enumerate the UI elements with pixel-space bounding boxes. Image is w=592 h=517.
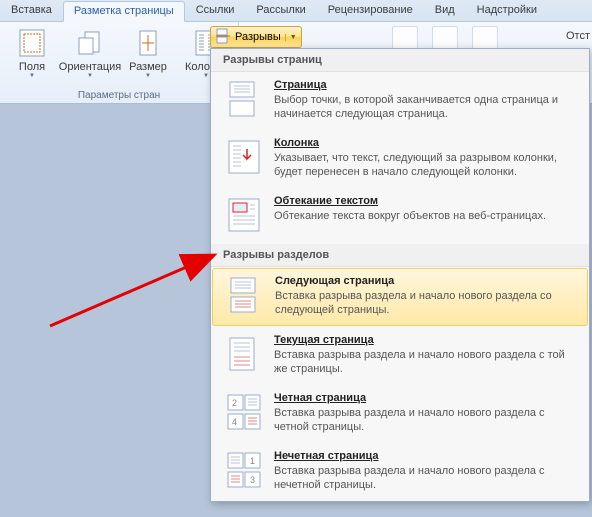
tab-links[interactable]: Ссылки bbox=[185, 0, 246, 21]
size-icon bbox=[132, 27, 164, 59]
menu-item-title: Колонка bbox=[274, 137, 578, 149]
menu-item-continuous[interactable]: Текущая страница Вставка разрыва раздела… bbox=[211, 327, 589, 385]
chevron-down-icon: ▼ bbox=[203, 73, 209, 79]
chevron-down-icon: ▼ bbox=[29, 73, 35, 79]
section-title-section-breaks: Разрывы разделов bbox=[211, 244, 589, 267]
menu-item-desc: Указывает, что текст, следующий за разры… bbox=[274, 151, 578, 179]
group-caption-page-setup: Параметры стран bbox=[4, 90, 234, 103]
orientation-button[interactable]: Ориентация ▼ bbox=[62, 24, 118, 82]
menu-item-title: Страница bbox=[274, 79, 578, 91]
tab-addins[interactable]: Надстройки bbox=[466, 0, 548, 21]
chevron-down-icon: ▼ bbox=[285, 34, 297, 41]
chevron-down-icon: ▼ bbox=[145, 73, 151, 79]
section-title-page-breaks: Разрывы страниц bbox=[211, 49, 589, 72]
text-wrap-icon bbox=[224, 195, 264, 235]
ribbon: Поля ▼ Ориентация ▼ Размер ▼ bbox=[0, 22, 592, 104]
group-page-setup: Поля ▼ Ориентация ▼ Размер ▼ bbox=[0, 22, 239, 103]
margins-button[interactable]: Поля ▼ bbox=[4, 24, 60, 82]
menu-item-desc: Вставка разрыва раздела и начало нового … bbox=[274, 464, 578, 492]
menu-item-title: Обтекание текстом bbox=[274, 195, 578, 207]
indent-label: Отст bbox=[566, 30, 590, 42]
breaks-dropdown: Разрывы страниц Страница Выбор точки, в … bbox=[210, 48, 590, 502]
menu-item-title: Следующая страница bbox=[275, 275, 577, 287]
ribbon-tabs: Вставка Разметка страницы Ссылки Рассылк… bbox=[0, 0, 592, 22]
svg-text:1: 1 bbox=[250, 456, 255, 466]
page-break-icon bbox=[215, 28, 231, 47]
menu-item-even-page[interactable]: 24 Четная страница Вставка разрыва разде… bbox=[211, 385, 589, 443]
menu-item-title: Нечетная страница bbox=[274, 450, 578, 462]
menu-item-desc: Вставка разрыва раздела и начало нового … bbox=[274, 348, 578, 376]
next-page-icon bbox=[225, 275, 265, 315]
svg-text:2: 2 bbox=[232, 398, 237, 408]
svg-text:4: 4 bbox=[232, 417, 237, 427]
menu-item-text-wrapping[interactable]: Обтекание текстом Обтекание текста вокру… bbox=[211, 188, 589, 244]
tab-view[interactable]: Вид bbox=[424, 0, 466, 21]
orientation-icon bbox=[74, 27, 106, 59]
margins-icon bbox=[16, 27, 48, 59]
odd-page-icon: 13 bbox=[224, 450, 264, 490]
tab-insert[interactable]: Вставка bbox=[0, 0, 63, 21]
tab-page-layout[interactable]: Разметка страницы bbox=[63, 1, 185, 22]
continuous-icon bbox=[224, 334, 264, 374]
menu-item-odd-page[interactable]: 13 Нечетная страница Вставка разрыва раз… bbox=[211, 443, 589, 501]
tab-mailings[interactable]: Рассылки bbox=[245, 0, 316, 21]
orientation-label: Ориентация bbox=[59, 61, 121, 73]
breaks-split-button[interactable]: Разрывы ▼ bbox=[210, 26, 302, 48]
svg-text:3: 3 bbox=[250, 475, 255, 485]
margins-label: Поля bbox=[19, 61, 45, 73]
menu-item-column[interactable]: Колонка Указывает, что текст, следующий … bbox=[211, 130, 589, 188]
menu-item-title: Четная страница bbox=[274, 392, 578, 404]
size-button[interactable]: Размер ▼ bbox=[120, 24, 176, 82]
menu-item-page[interactable]: Страница Выбор точки, в которой заканчив… bbox=[211, 72, 589, 130]
menu-item-desc: Обтекание текста вокруг объектов на веб-… bbox=[274, 209, 578, 223]
menu-item-desc: Вставка разрыва раздела и начало нового … bbox=[274, 406, 578, 434]
column-break-icon bbox=[224, 137, 264, 177]
size-label: Размер bbox=[129, 61, 167, 73]
even-page-icon: 24 bbox=[224, 392, 264, 432]
menu-item-next-page[interactable]: Следующая страница Вставка разрыва разде… bbox=[212, 268, 588, 326]
page-icon bbox=[224, 79, 264, 119]
breaks-label: Разрывы bbox=[235, 31, 281, 43]
tab-review[interactable]: Рецензирование bbox=[317, 0, 424, 21]
menu-item-desc: Выбор точки, в которой заканчивается одн… bbox=[274, 93, 578, 121]
menu-item-desc: Вставка разрыва раздела и начало нового … bbox=[275, 289, 577, 317]
chevron-down-icon: ▼ bbox=[87, 73, 93, 79]
menu-item-title: Текущая страница bbox=[274, 334, 578, 346]
